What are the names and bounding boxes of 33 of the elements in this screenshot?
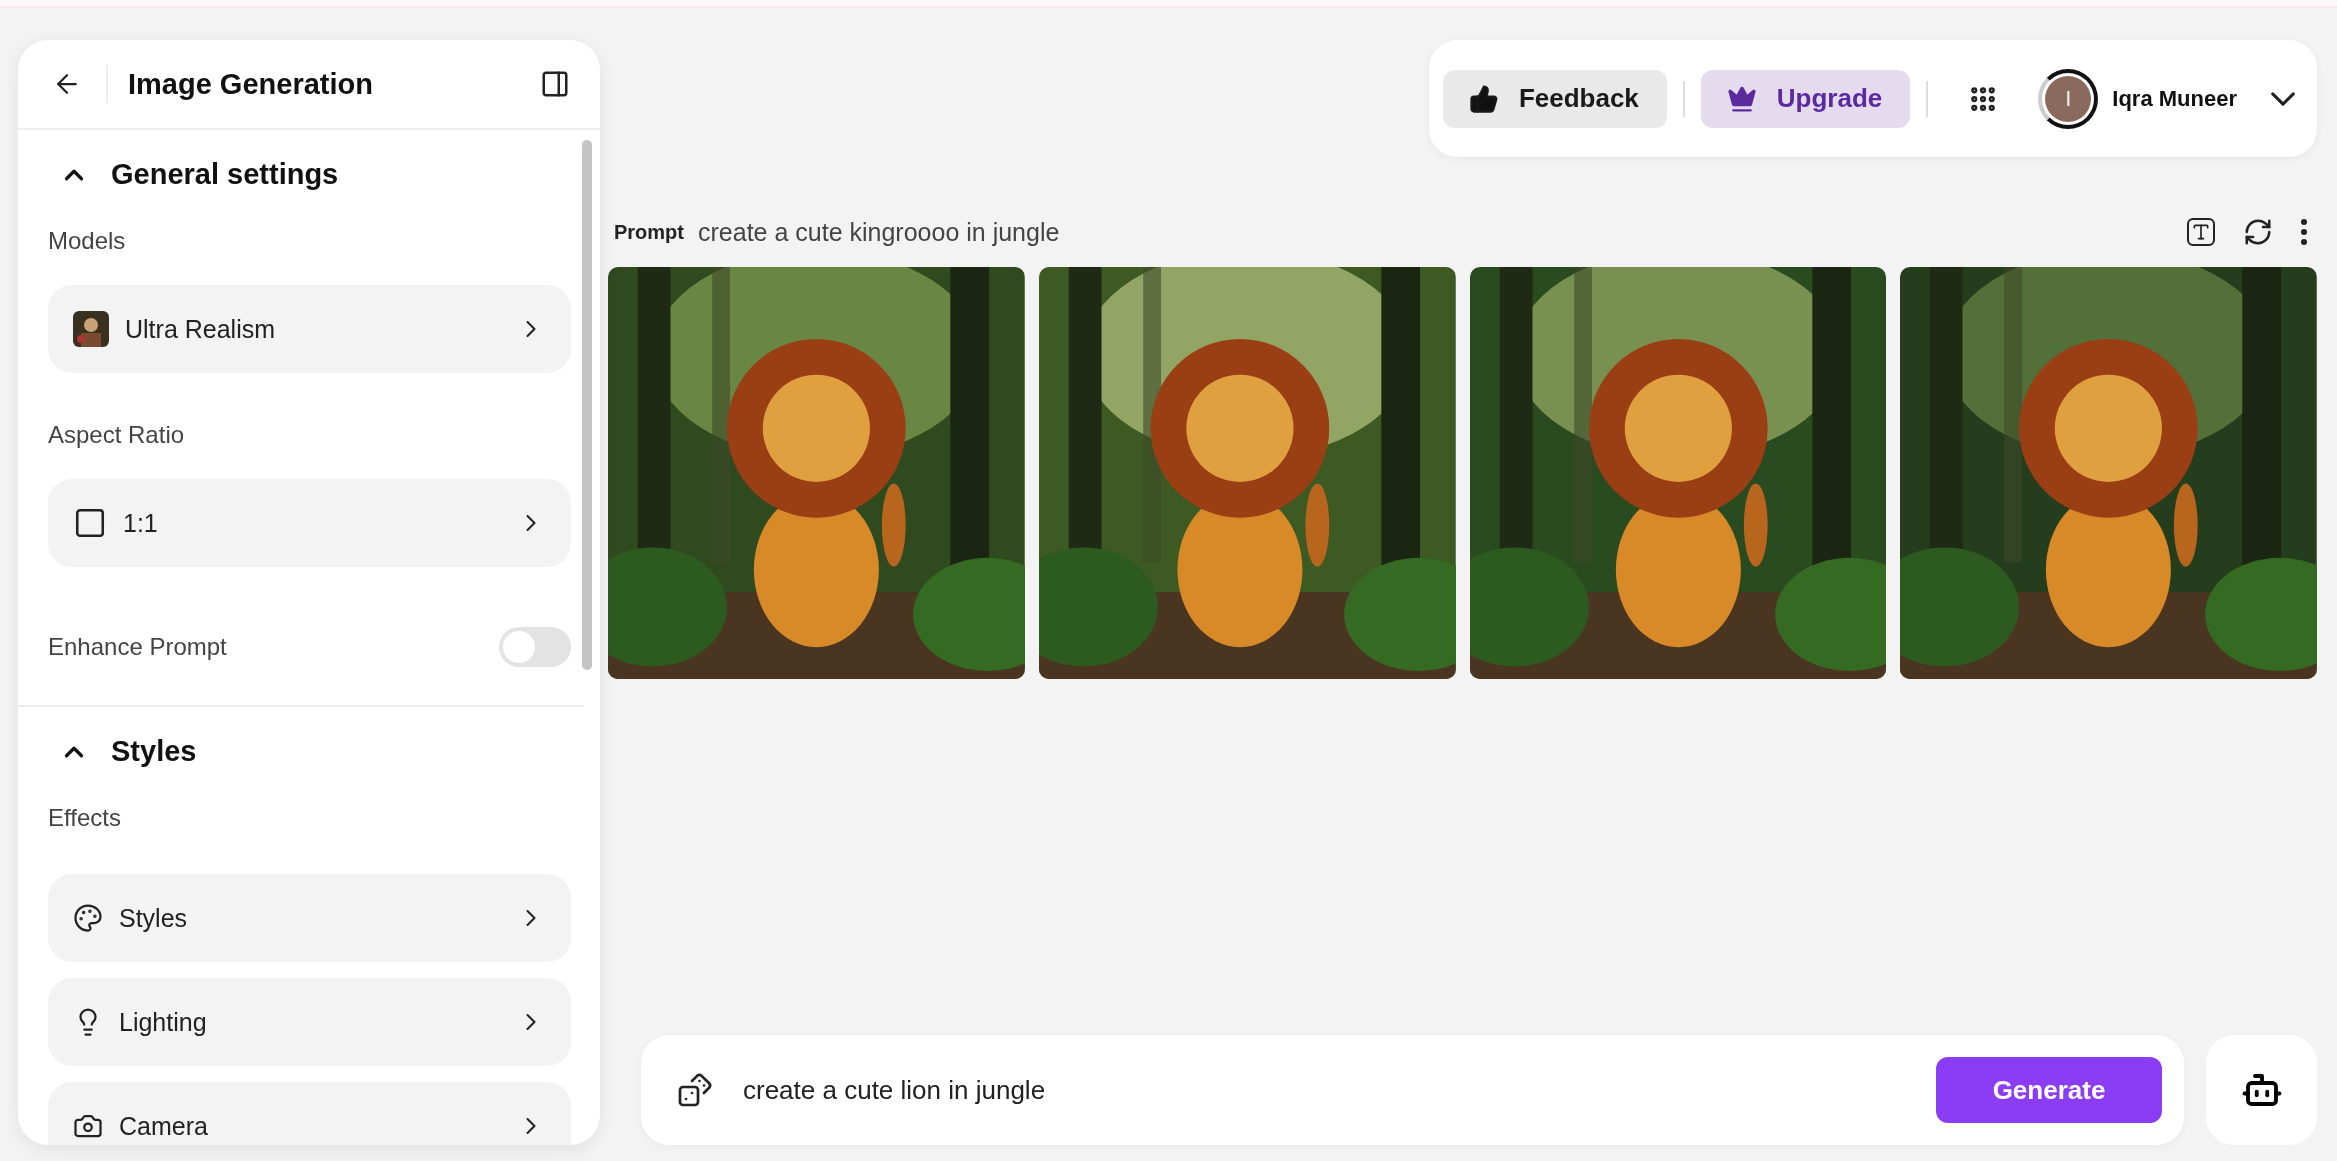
option-row[interactable]: Camera bbox=[48, 1082, 571, 1145]
generate-button[interactable]: Generate bbox=[1936, 1057, 2162, 1123]
palette-icon bbox=[73, 903, 103, 933]
toggle-label: Enhance Prompt bbox=[48, 633, 227, 661]
prompt-input-field[interactable]: create a cute lion in jungle bbox=[741, 1073, 1912, 1107]
panel-right-icon bbox=[540, 69, 570, 99]
dice-drawing-icon bbox=[677, 1072, 713, 1108]
field-label: Models bbox=[48, 227, 127, 255]
prompt-text: create a cute kingroooo in jungle bbox=[698, 217, 1061, 247]
option-row[interactable]: Styles bbox=[48, 874, 571, 962]
field-label: Aspect Ratio bbox=[48, 421, 186, 449]
scrollbar-thumb[interactable] bbox=[582, 140, 592, 670]
option-row[interactable]: Lighting bbox=[48, 978, 571, 1066]
select-row[interactable]: 1:1 bbox=[48, 479, 571, 567]
upgrade-button[interactable]: Upgrade bbox=[1700, 69, 1911, 128]
select-row[interactable]: Ultra Realism bbox=[48, 285, 571, 373]
bot-button[interactable] bbox=[2206, 1035, 2317, 1145]
toggle-switch[interactable] bbox=[499, 627, 571, 667]
thumbs-up-icon bbox=[1468, 83, 1499, 114]
field-label: Effects bbox=[48, 804, 122, 832]
vertical-dots-icon bbox=[2301, 219, 2307, 245]
refresh-arrows-icon bbox=[2243, 217, 2273, 247]
square-icon bbox=[73, 506, 107, 540]
user-menu[interactable]: I Iqra Muneer bbox=[2018, 68, 2295, 129]
chevron-down-icon bbox=[2271, 91, 2295, 106]
panel-title: Image Generation bbox=[128, 67, 374, 101]
prompt-label: Prompt bbox=[614, 220, 684, 244]
section-header[interactable]: Styles bbox=[29, 707, 197, 796]
model-thumbnail-icon bbox=[73, 311, 109, 347]
letter-t-icon bbox=[2191, 222, 2211, 242]
section-header[interactable]: General settings bbox=[29, 130, 339, 219]
feedback-button[interactable]: Feedback bbox=[1442, 69, 1667, 128]
avatar: I bbox=[2045, 75, 2092, 122]
